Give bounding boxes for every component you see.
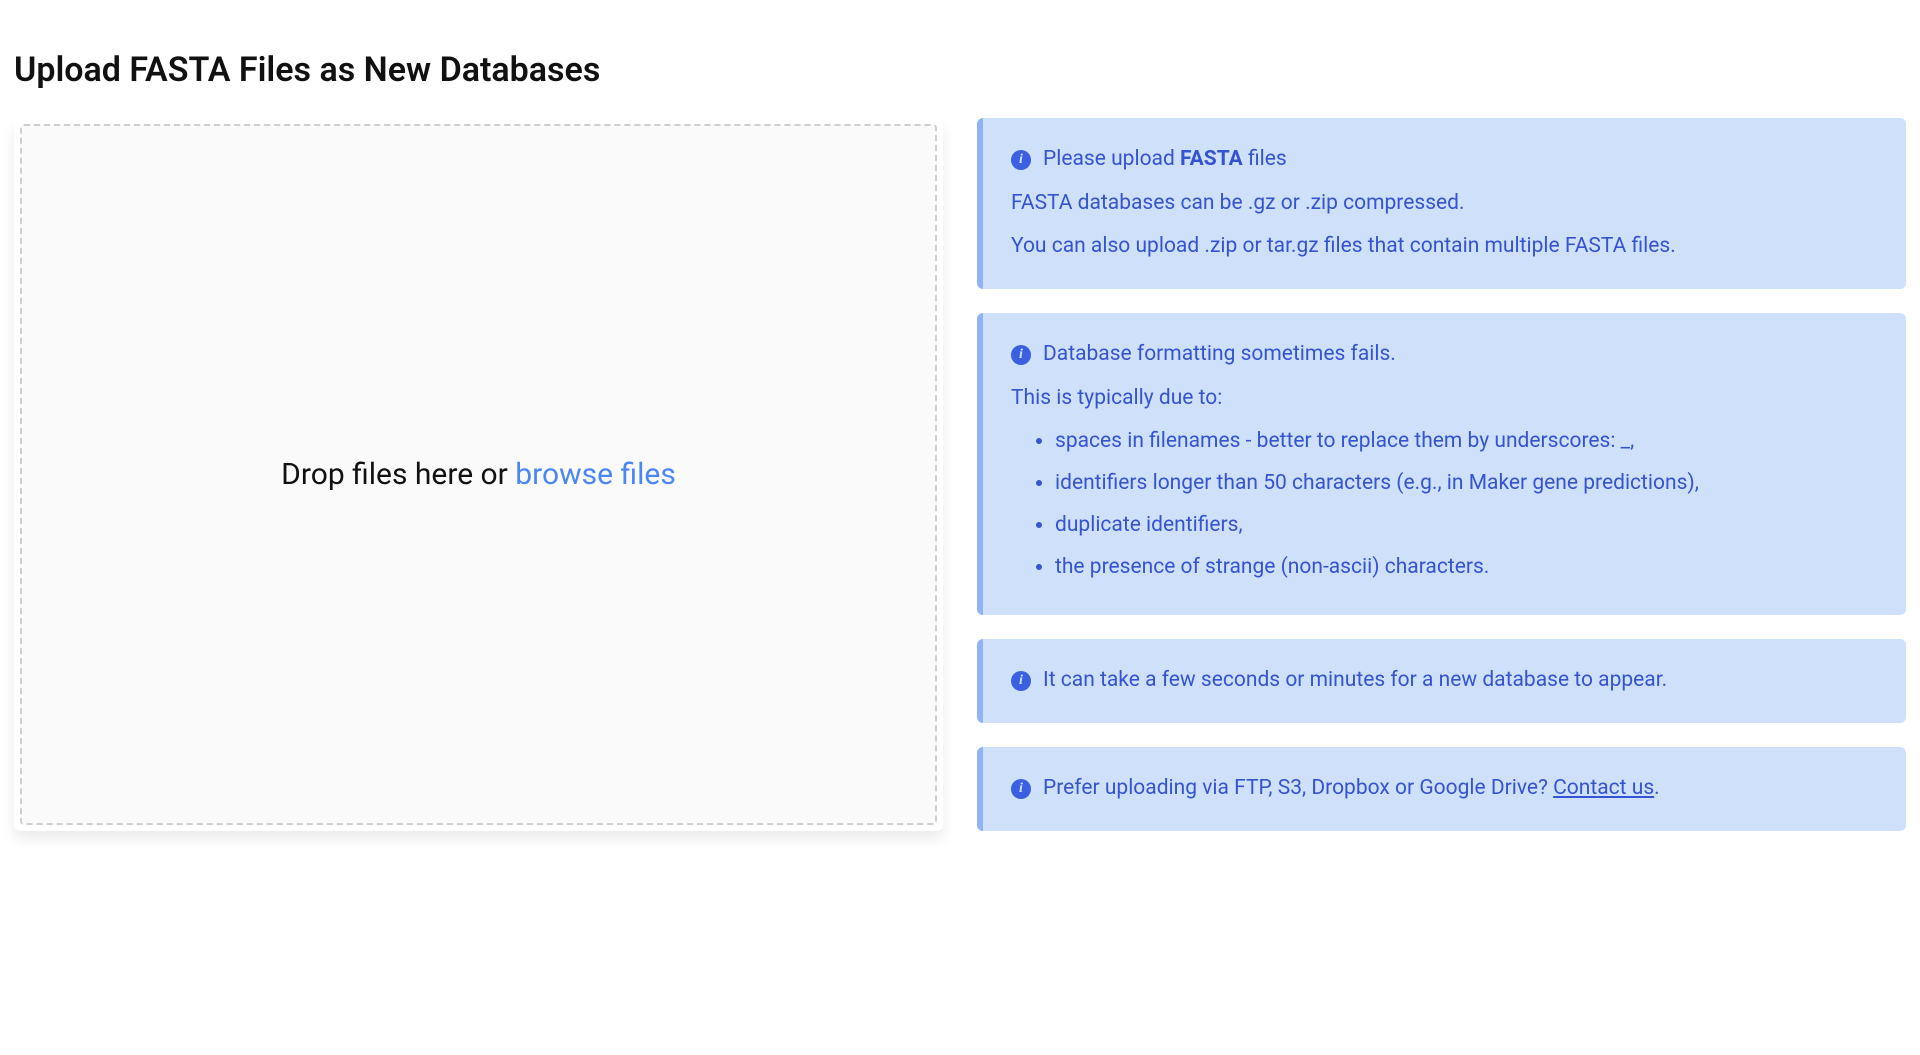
- info-head: i Please upload FASTA files: [1011, 142, 1878, 178]
- info-lead: Prefer uploading via FTP, S3, Dropbox or…: [1043, 771, 1660, 807]
- info-lead-suffix: .: [1654, 776, 1660, 800]
- list-item: identifiers longer than 50 characters (e…: [1055, 466, 1878, 502]
- info-icon: i: [1011, 150, 1031, 170]
- upload-layout: Drop files here or browse files i Please…: [14, 118, 1906, 831]
- info-panel: i Please upload FASTA files FASTA databa…: [977, 118, 1906, 831]
- info-lead-suffix: files: [1243, 147, 1287, 171]
- list-item: the presence of strange (non-ascii) char…: [1055, 550, 1878, 586]
- info-icon: i: [1011, 671, 1031, 691]
- info-reasons-list: spaces in filenames - better to replace …: [1011, 424, 1878, 585]
- info-box-fasta: i Please upload FASTA files FASTA databa…: [977, 118, 1906, 289]
- info-head: i It can take a few seconds or minutes f…: [1011, 663, 1878, 699]
- info-head: i Prefer uploading via FTP, S3, Dropbox …: [1011, 771, 1878, 807]
- file-dropzone[interactable]: Drop files here or browse files: [20, 124, 937, 825]
- dropzone-container: Drop files here or browse files: [14, 118, 943, 831]
- info-lead: It can take a few seconds or minutes for…: [1043, 663, 1667, 699]
- info-lead-prefix: Prefer uploading via FTP, S3, Dropbox or…: [1043, 776, 1553, 800]
- info-icon: i: [1011, 345, 1031, 365]
- page-title: Upload FASTA Files as New Databases: [14, 50, 1906, 90]
- info-box-contact: i Prefer uploading via FTP, S3, Dropbox …: [977, 747, 1906, 831]
- info-head: i Database formatting sometimes fails.: [1011, 337, 1878, 373]
- info-box-delay: i It can take a few seconds or minutes f…: [977, 639, 1906, 723]
- info-box-formatting: i Database formatting sometimes fails. T…: [977, 313, 1906, 615]
- info-line: FASTA databases can be .gz or .zip compr…: [1011, 186, 1878, 222]
- list-item: duplicate identifiers,: [1055, 508, 1878, 544]
- info-lead: Please upload FASTA files: [1043, 142, 1287, 178]
- info-lead: Database formatting sometimes fails.: [1043, 337, 1396, 373]
- dropzone-text: Drop files here or browse files: [281, 457, 676, 492]
- dropzone-text-prefix: Drop files here or: [281, 457, 515, 492]
- contact-us-link[interactable]: Contact us: [1553, 776, 1654, 800]
- info-subhead: This is typically due to:: [1011, 381, 1878, 417]
- browse-files-link[interactable]: browse files: [515, 457, 676, 492]
- info-lead-prefix: Please upload: [1043, 147, 1180, 171]
- info-lead-bold: FASTA: [1180, 147, 1243, 171]
- info-line: You can also upload .zip or tar.gz files…: [1011, 229, 1878, 265]
- list-item: spaces in filenames - better to replace …: [1055, 424, 1878, 460]
- info-icon: i: [1011, 779, 1031, 799]
